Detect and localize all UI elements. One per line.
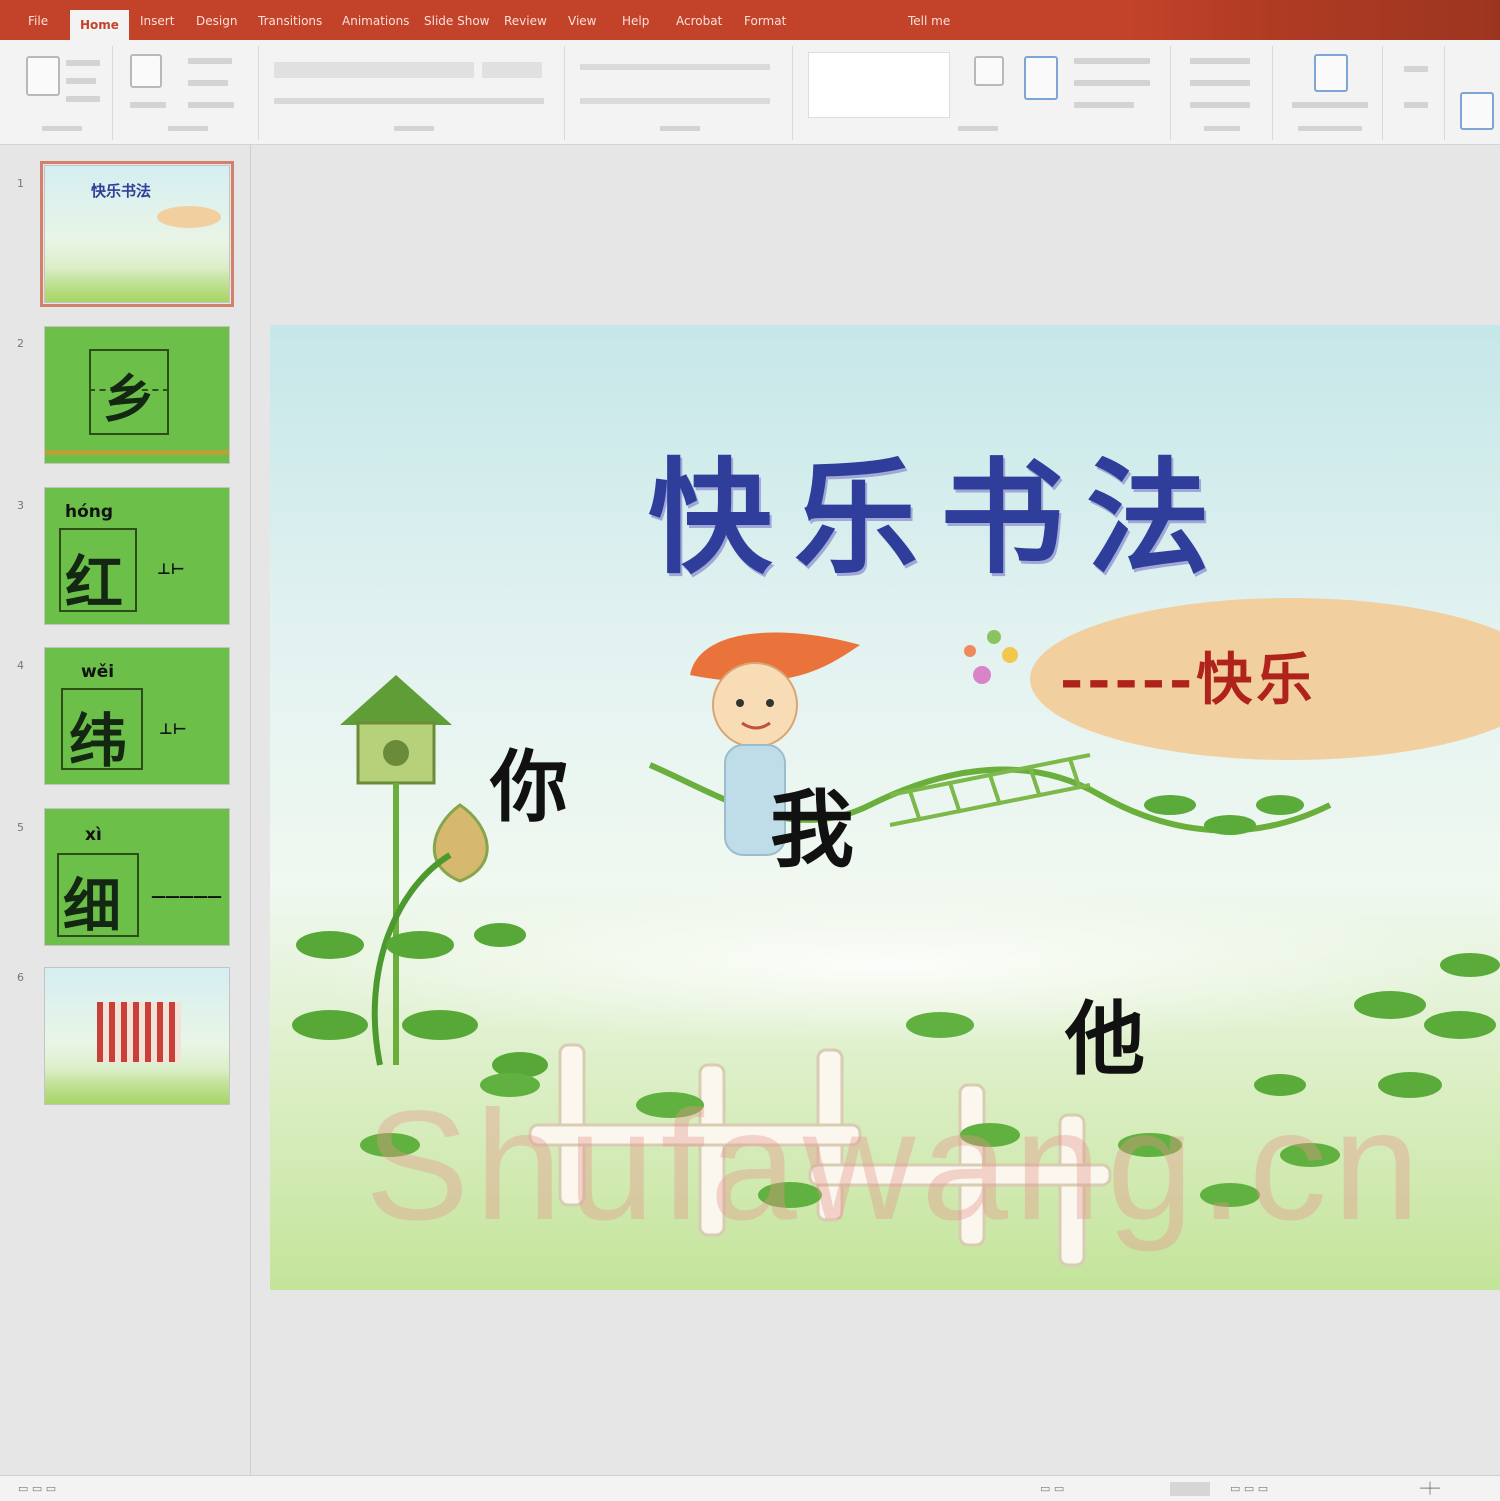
thumb-title: 快乐书法	[91, 182, 152, 200]
thumb-number: 5	[17, 821, 24, 834]
tab-view[interactable]: View	[568, 8, 596, 34]
tab-slide-show[interactable]: Slide Show	[424, 8, 489, 34]
tab-help[interactable]: Help	[622, 8, 649, 34]
status-slide-info: ▭ ▭ ▭	[18, 1482, 57, 1495]
thumb-number: 4	[17, 659, 24, 672]
thumb-char: 乡	[103, 369, 156, 430]
designer-icon[interactable]	[1460, 92, 1494, 130]
word-ta[interactable]: 他	[1065, 975, 1145, 1091]
slide-thumbnail-4[interactable]: wěi 纬 ⊥⊢	[44, 647, 230, 785]
new-slide-icon[interactable]	[130, 54, 162, 88]
zoom-slider[interactable]: ─┼─	[1420, 1482, 1440, 1495]
slide-thumbnail-3[interactable]: hóng 红 ⊥⊢	[44, 487, 230, 625]
title-bar: File Home Insert Design Transitions Anim…	[0, 0, 1500, 40]
tell-me-search[interactable]: Tell me	[908, 8, 950, 34]
ribbon-group-paragraph	[570, 46, 793, 140]
thumb-number: 3	[17, 499, 24, 512]
tab-home[interactable]: Home	[70, 10, 129, 40]
thumb-pinyin: hóng	[65, 502, 114, 522]
tab-review[interactable]: Review	[504, 8, 547, 34]
slide-thumbnail-2[interactable]: 乡	[44, 326, 230, 464]
slide-title[interactable]: 快乐书法	[580, 417, 1300, 597]
flower-cluster	[964, 630, 1018, 684]
thumb-table	[97, 1002, 181, 1062]
word-wo[interactable]: 我	[770, 763, 854, 884]
title-bar-decoration	[1120, 0, 1500, 40]
slide-thumbnail-pane: 1 快乐书法 2 乡 3 hóng 红 ⊥⊢ 4 wěi 纬 ⊥⊢ 5 xì 细…	[0, 145, 251, 1475]
thumb-char: 红	[65, 549, 124, 617]
view-buttons[interactable]: ▭ ▭ ▭	[1230, 1482, 1268, 1495]
watermark: Shufawang.cn	[365, 1079, 1426, 1253]
font-name-box[interactable]	[274, 62, 474, 78]
tab-animations[interactable]: Animations	[342, 8, 409, 34]
slide-thumbnail-5[interactable]: xì 细 —————	[44, 808, 230, 946]
quick-styles-icon[interactable]	[1024, 56, 1058, 100]
ribbon-group-editing	[1176, 46, 1273, 140]
tab-design[interactable]: Design	[196, 8, 237, 34]
thumb-pinyin: wěi	[81, 662, 115, 682]
pdf-icon[interactable]	[1314, 54, 1348, 92]
ribbon-group-slides	[118, 46, 259, 140]
birdhouse-icon	[340, 675, 452, 1065]
thumb-pinyin: xì	[85, 825, 102, 845]
arrange-icon[interactable]	[974, 56, 1004, 86]
thumb-stroke-hint: ⊥⊢	[157, 560, 185, 578]
slide-thumbnail-1[interactable]: 快乐书法	[40, 161, 234, 307]
thumb-char: 细	[63, 872, 122, 940]
ribbon-group-drawing	[798, 46, 1171, 140]
tab-transitions[interactable]: Transitions	[258, 8, 322, 34]
thumb-char: 纬	[69, 707, 128, 775]
tab-format[interactable]: Format	[744, 8, 786, 34]
ribbon	[0, 40, 1500, 145]
slide-thumbnail-6[interactable]	[44, 967, 230, 1105]
thumb-number: 6	[17, 971, 24, 984]
ribbon-group-clipboard	[12, 46, 113, 140]
ribbon-group-acrobat	[1278, 46, 1383, 140]
slide-subtitle[interactable]: -----快乐	[1060, 635, 1316, 716]
status-bar: ▭ ▭ ▭ ▭ ▭ ▭ ▭ ▭ ─┼─	[0, 1475, 1500, 1501]
thumb-number: 2	[17, 337, 24, 350]
word-ni[interactable]: 你	[490, 725, 568, 837]
status-notes[interactable]: ▭ ▭	[1040, 1482, 1064, 1495]
shapes-gallery[interactable]	[808, 52, 950, 118]
tab-insert[interactable]: Insert	[140, 8, 174, 34]
tab-acrobat[interactable]: Acrobat	[676, 8, 722, 34]
ribbon-group-voice	[1388, 46, 1445, 140]
normal-view-button[interactable]	[1170, 1482, 1210, 1496]
ribbon-group-font	[264, 46, 565, 140]
slide-canvas[interactable]: 快乐书法 -----快乐 你 我 他 Shufawang.cn	[270, 325, 1500, 1290]
tab-file[interactable]: File	[28, 8, 48, 34]
thumb-stroke-hint: —————	[151, 887, 222, 905]
paste-icon[interactable]	[26, 56, 60, 96]
font-size-box[interactable]	[482, 62, 542, 78]
thumb-stroke-hint: ⊥⊢	[159, 720, 187, 738]
thumb-number: 1	[17, 177, 24, 190]
